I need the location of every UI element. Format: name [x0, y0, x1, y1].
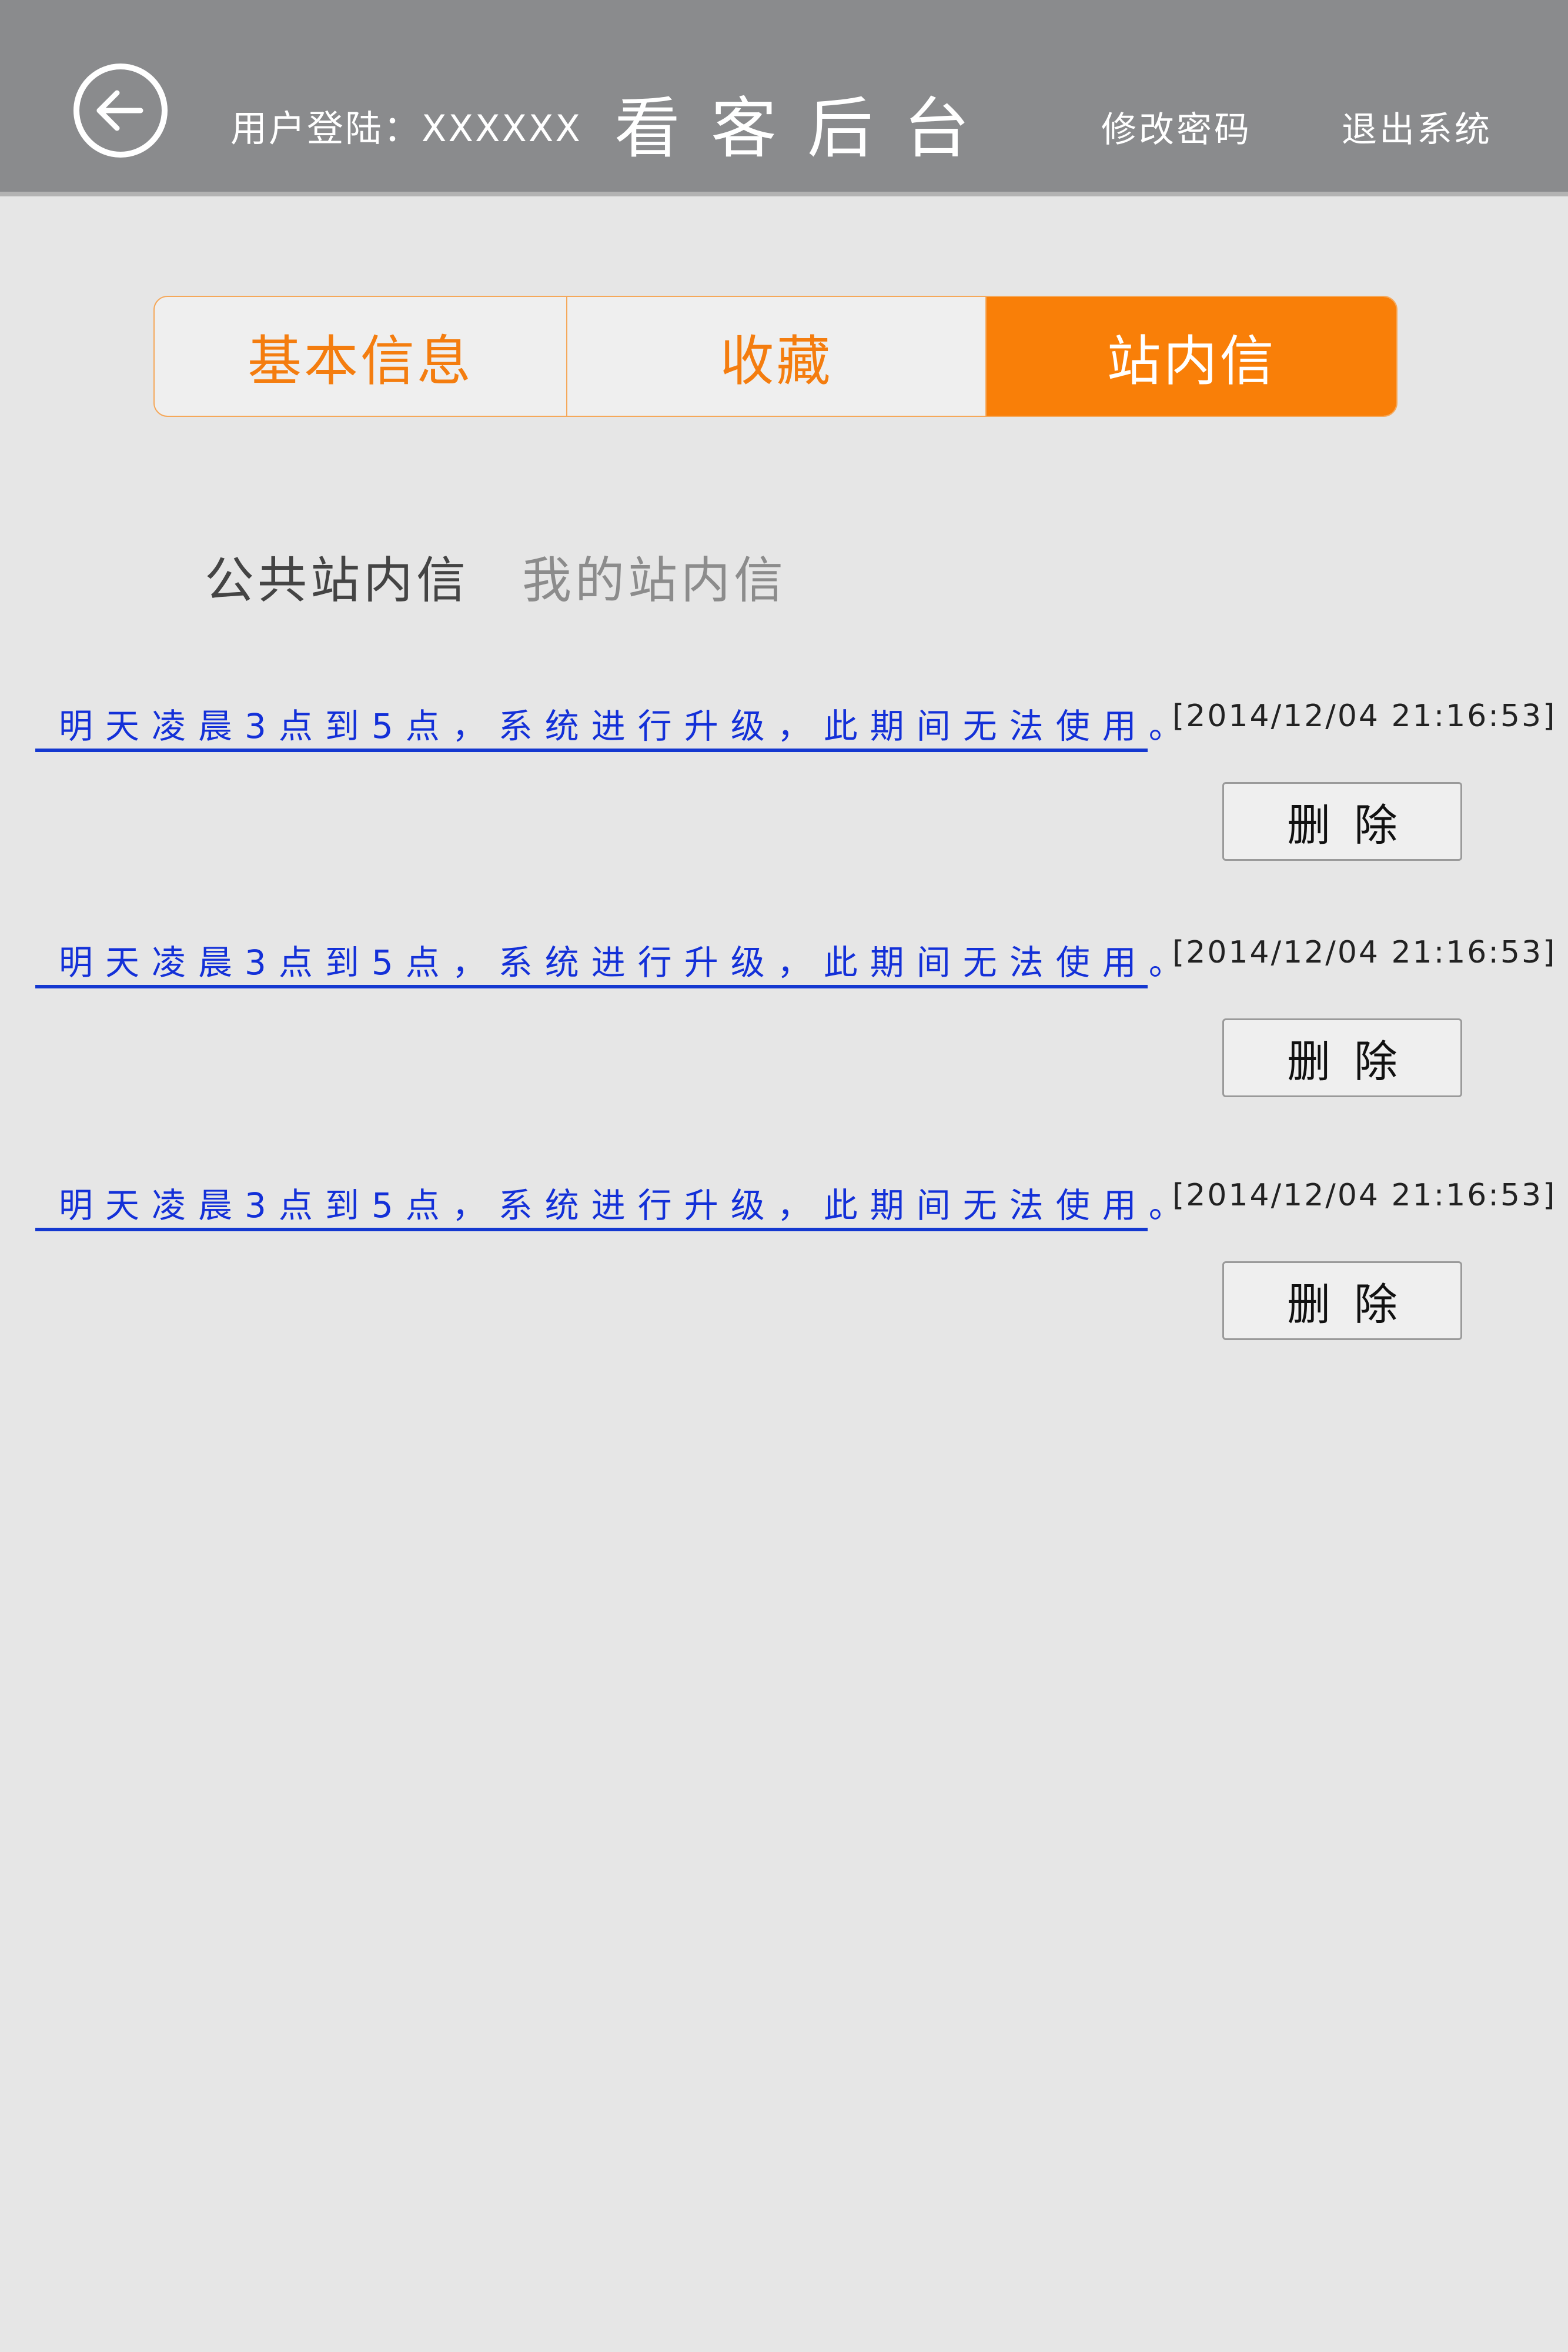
main-tabs: 基本信息 收藏 站内信 [153, 296, 1398, 417]
message-underline [35, 1228, 1148, 1231]
tab-messages[interactable]: 站内信 [987, 297, 1396, 416]
message-underline [35, 749, 1148, 752]
subtab-public-messages[interactable]: 公共站内信 [205, 541, 469, 612]
message-link[interactable]: 明天凌晨3点到5点，系统进行升级，此期间无法使用。 [59, 699, 1195, 748]
top-bar: 用户登陆：XXXXXX 看客后台 修改密码 退出系统 [0, 0, 1568, 196]
user-login-label: 用户登陆：XXXXXX [230, 107, 582, 150]
message-timestamp: [2014/12/04 21:16:53] [1172, 935, 1557, 970]
delete-button[interactable]: 删除 [1222, 1018, 1462, 1097]
delete-button[interactable]: 删除 [1222, 782, 1462, 861]
delete-button[interactable]: 删除 [1222, 1261, 1462, 1340]
message-timestamp: [2014/12/04 21:16:53] [1172, 699, 1557, 734]
tab-basic-info[interactable]: 基本信息 [155, 297, 567, 416]
subtab-my-messages[interactable]: 我的站内信 [522, 541, 787, 612]
message-link[interactable]: 明天凌晨3点到5点，系统进行升级，此期间无法使用。 [59, 1178, 1195, 1227]
page-title: 看客后台 [614, 91, 1000, 167]
message-timestamp: [2014/12/04 21:16:53] [1172, 1178, 1557, 1213]
change-password-link[interactable]: 修改密码 [1101, 101, 1252, 152]
message-item: 明天凌晨3点到5点，系统进行升级，此期间无法使用。 [2014/12/04 21… [0, 935, 1568, 1129]
message-link[interactable]: 明天凌晨3点到5点，系统进行升级，此期间无法使用。 [59, 935, 1195, 984]
logout-link[interactable]: 退出系统 [1342, 101, 1492, 152]
arrow-left-icon [96, 90, 143, 131]
message-item: 明天凌晨3点到5点，系统进行升级，此期间无法使用。 [2014/12/04 21… [0, 699, 1568, 893]
back-button[interactable] [73, 64, 168, 158]
page: 用户登陆：XXXXXX 看客后台 修改密码 退出系统 基本信息 收藏 站内信 公… [0, 0, 1568, 2352]
message-item: 明天凌晨3点到5点，系统进行升级，此期间无法使用。 [2014/12/04 21… [0, 1178, 1568, 1372]
tab-favorites[interactable]: 收藏 [567, 297, 987, 416]
message-underline [35, 985, 1148, 988]
